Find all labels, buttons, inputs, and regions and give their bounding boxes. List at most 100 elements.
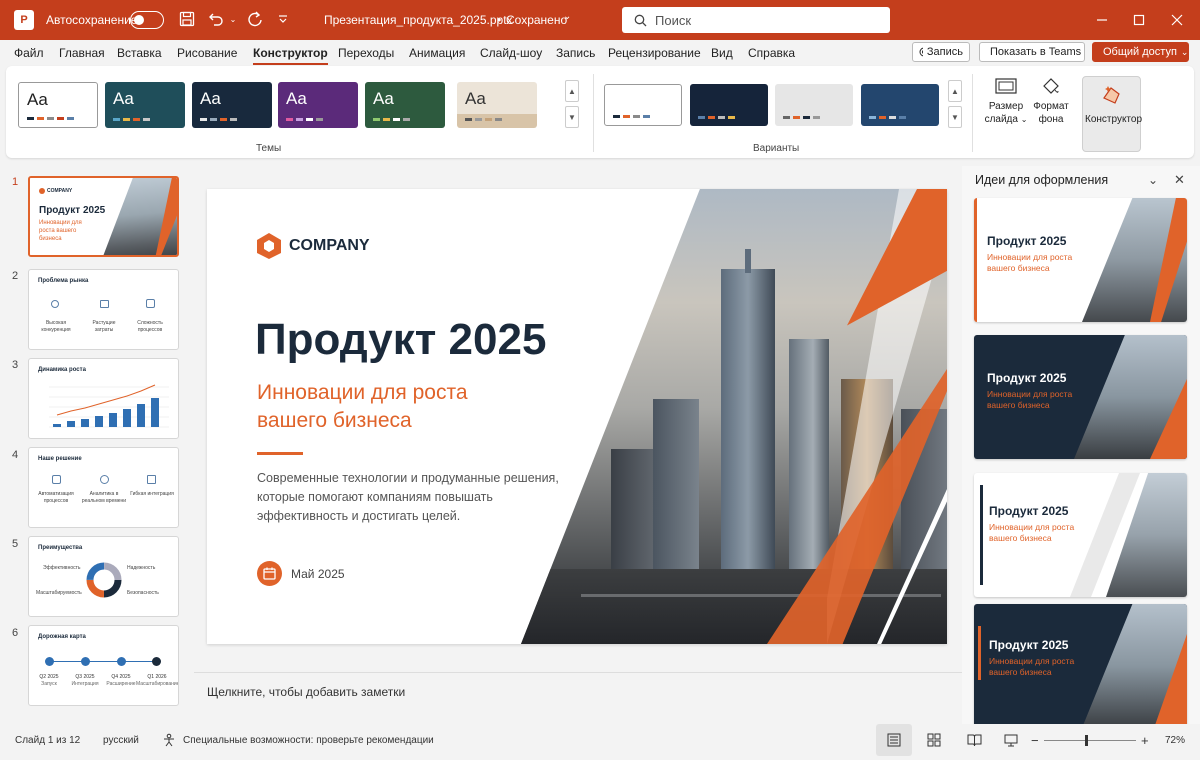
design-idea-2[interactable]: Продукт 2025 Инновации для роста вашего … [974, 335, 1187, 459]
zoom-level[interactable]: 72% [1165, 735, 1185, 746]
zoom-in-icon[interactable]: + [1141, 733, 1149, 748]
slide-thumbnail-5[interactable]: Преимущества Эффективность Надежность Ма… [28, 536, 179, 617]
undo-dropdown-icon[interactable]: ⌄ [228, 12, 238, 26]
slide-subtitle-line2[interactable]: вашего бизнеса [257, 409, 412, 433]
zoom-out-icon[interactable]: − [1031, 733, 1039, 748]
theme-sample: Aa [200, 89, 221, 108]
maximize-icon[interactable] [1130, 11, 1148, 29]
variant-3[interactable] [775, 84, 853, 126]
autosave-toggle[interactable] [130, 11, 164, 29]
slide-sorter-icon[interactable] [927, 733, 941, 750]
slide-date[interactable]: Май 2025 [291, 567, 345, 581]
design-idea-1[interactable]: Продукт 2025 Инновации для роста вашего … [974, 198, 1187, 322]
theme-green[interactable]: Aa [365, 82, 445, 128]
slide-body-line1[interactable]: Современные технологии и продуманные реш… [257, 471, 559, 485]
thumb-cycle-diagram [86, 562, 122, 598]
variants-scroll-down-icon[interactable]: ▼ [948, 106, 962, 128]
accessibility-icon[interactable] [162, 733, 176, 750]
theme-purple[interactable]: Aa [278, 82, 358, 128]
slide-thumbnail-3[interactable]: Динамика роста [28, 358, 179, 439]
slide-body-line2[interactable]: которые помогают компаниям повышать [257, 490, 493, 504]
zoom-slider[interactable] [1044, 740, 1136, 741]
slide-thumbnail-2[interactable]: Проблема рынка Высокая конкуренция Расту… [28, 269, 179, 350]
save-status[interactable]: Сохранено [506, 13, 567, 27]
customize-toolbar-icon[interactable] [274, 10, 292, 28]
design-idea-3[interactable]: Продукт 2025 Инновации для роста вашего … [974, 473, 1187, 597]
themes-scroll-up-icon[interactable]: ▲ [565, 80, 579, 102]
file-title[interactable]: Презентация_продукта_2025.pptx [324, 13, 513, 27]
accessibility-status[interactable]: Специальные возможности: проверьте реком… [183, 735, 434, 746]
ribbon-divider [593, 74, 594, 152]
designer-close-icon[interactable]: ✕ [1174, 172, 1185, 188]
tab-slideshow[interactable]: Слайд-шоу [480, 46, 542, 60]
slide-thumbnail-6[interactable]: Дорожная карта Q2 2025 Запуск Q3 2025 Ин… [28, 625, 179, 706]
redo-icon[interactable] [246, 10, 264, 28]
designer-button[interactable]: Конструктор [1082, 76, 1142, 152]
theme-office[interactable]: Aa [18, 82, 98, 128]
thumb-title: Динамика роста [38, 367, 86, 373]
tab-draw[interactable]: Рисование [177, 46, 237, 60]
slide-thumbnail-1[interactable]: COMPANY Продукт 2025 Инновации для роста… [28, 176, 179, 257]
idea-subtitle-line2: вашего бизнеса [989, 533, 1052, 543]
automation-icon [52, 475, 61, 484]
idea-title: Продукт 2025 [987, 234, 1067, 248]
designer-pane-title: Идеи для оформления [975, 173, 1109, 187]
theme-sample: Aa [113, 89, 134, 108]
tab-design[interactable]: Конструктор [253, 46, 328, 65]
tab-help[interactable]: Справка [748, 46, 795, 60]
record-button[interactable]: Запись [912, 42, 970, 62]
variant-4[interactable] [861, 84, 939, 126]
slide-subtitle-line1[interactable]: Инновации для роста [257, 381, 468, 405]
save-status-dropdown-icon[interactable]: ⌄ [563, 11, 571, 22]
teams-button-label: Показать в Teams [990, 46, 1082, 58]
milestone-label: Масштабирование [136, 681, 179, 687]
thumb-item-label: Аналитика в реальном времени [81, 491, 127, 504]
normal-view-button[interactable] [876, 724, 912, 756]
slide-size-dropdown-icon: ⌄ [1020, 115, 1028, 124]
slide-counter: Слайд 1 из 12 [15, 735, 81, 746]
save-icon[interactable] [178, 10, 196, 28]
variant-1[interactable] [604, 84, 682, 126]
tab-record[interactable]: Запись [556, 46, 595, 60]
thumb-item-label: Автоматизация процессов [38, 491, 74, 504]
designer-collapse-icon[interactable]: ⌄ [1148, 173, 1158, 187]
minimize-icon[interactable] [1093, 11, 1111, 29]
slide-size-button[interactable]: Размер слайда ⌄ [983, 76, 1029, 126]
thumb-logo-icon [39, 188, 45, 194]
close-icon[interactable] [1168, 11, 1186, 29]
tab-animations[interactable]: Анимация [409, 46, 465, 60]
tab-transitions[interactable]: Переходы [338, 46, 394, 60]
share-dropdown-icon[interactable]: ⌄ [1181, 47, 1189, 58]
slide-title[interactable]: Продукт 2025 [255, 315, 546, 365]
format-background-button[interactable]: Формат фона [1031, 76, 1071, 126]
themes-group-label: Темы [256, 143, 282, 154]
share-button[interactable]: Общий доступ ⌄ [1092, 42, 1189, 62]
tab-insert[interactable]: Вставка [117, 46, 162, 60]
theme-teal[interactable]: Aa [105, 82, 185, 128]
search-box[interactable]: Поиск [622, 7, 890, 33]
thumbnail-number: 2 [12, 270, 19, 282]
slideshow-view-icon[interactable] [1004, 733, 1018, 750]
theme-navy[interactable]: Aa [192, 82, 272, 128]
zoom-slider-thumb[interactable] [1085, 735, 1088, 746]
tab-file[interactable]: Файл [14, 46, 44, 60]
reading-view-icon[interactable] [967, 733, 982, 750]
tab-home[interactable]: Главная [59, 46, 105, 60]
powerpoint-logo-icon: P [14, 10, 34, 30]
notes-pane[interactable]: Щелкните, чтобы добавить заметки [194, 672, 964, 720]
tab-view[interactable]: Вид [711, 46, 733, 60]
variant-2[interactable] [690, 84, 768, 126]
slide-body-line3[interactable]: эффективность и достигать целей. [257, 509, 460, 523]
language-indicator[interactable]: русский [103, 735, 139, 746]
milestone-label: Запуск [41, 681, 57, 687]
theme-wood[interactable]: Aa [457, 82, 537, 128]
notes-placeholder: Щелкните, чтобы добавить заметки [207, 685, 406, 699]
themes-scroll-down-icon[interactable]: ▼ [565, 106, 579, 128]
tab-review[interactable]: Рецензирование [608, 46, 701, 60]
slide-canvas[interactable]: COMPANY Продукт 2025 Инновации для роста… [207, 189, 947, 644]
teams-button[interactable]: Показать в Teams [979, 42, 1085, 62]
variants-scroll-up-icon[interactable]: ▲ [948, 80, 962, 102]
slide-thumbnail-4[interactable]: Наше решение Автоматизация процессов Ана… [28, 447, 179, 528]
undo-icon[interactable] [207, 10, 225, 28]
design-idea-4[interactable]: Продукт 2025 Инновации для роста вашего … [974, 604, 1187, 728]
